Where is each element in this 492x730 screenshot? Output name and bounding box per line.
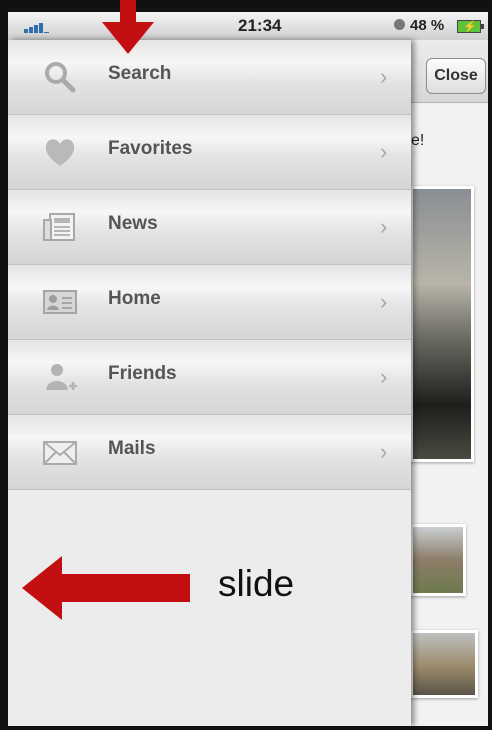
signal-strength-icon bbox=[24, 21, 50, 33]
menu-item-favorites[interactable]: Favorites › bbox=[8, 115, 411, 190]
add-person-icon bbox=[46, 364, 77, 390]
menu-item-label: Friends bbox=[108, 363, 177, 384]
menu-item-label: News bbox=[108, 213, 158, 234]
left-arrow-annotation-icon bbox=[22, 556, 190, 620]
chevron-right-icon: › bbox=[380, 364, 388, 389]
status-bar: 21:34 48 % ⚡ bbox=[8, 12, 488, 41]
battery-percentage: 48 % bbox=[410, 17, 445, 34]
menu-item-search[interactable]: Search › bbox=[8, 40, 411, 115]
background-partial-text: e! bbox=[411, 132, 425, 149]
chevron-right-icon: › bbox=[380, 139, 388, 164]
menu-item-label: Home bbox=[108, 288, 161, 309]
menu-item-label: Mails bbox=[108, 438, 156, 459]
background-app-panel: Close e! bbox=[410, 40, 488, 726]
heart-icon bbox=[45, 139, 75, 166]
building-photo-thumbnail[interactable] bbox=[410, 186, 474, 462]
battery-icon: ⚡ bbox=[457, 20, 484, 33]
tower-photo-thumbnail[interactable] bbox=[410, 524, 466, 596]
contact-card-icon bbox=[43, 290, 77, 314]
background-app-header: Close bbox=[410, 40, 488, 103]
slide-annotation-label: slide bbox=[218, 563, 295, 604]
menu-item-label: Favorites bbox=[108, 138, 193, 159]
newspaper-icon bbox=[43, 213, 75, 241]
menu-item-home[interactable]: Home › bbox=[8, 265, 411, 340]
envelope-icon bbox=[43, 441, 77, 465]
clock-icon bbox=[394, 19, 405, 30]
menu-item-label: Search bbox=[108, 63, 172, 84]
down-arrow-annotation-icon bbox=[102, 0, 154, 54]
search-icon bbox=[45, 62, 76, 93]
sculpture-photo-thumbnail[interactable] bbox=[410, 630, 478, 698]
menu-item-mails[interactable]: Mails › bbox=[8, 415, 411, 490]
menu-item-friends[interactable]: Friends › bbox=[8, 340, 411, 415]
chevron-right-icon: › bbox=[380, 439, 388, 464]
chevron-right-icon: › bbox=[380, 214, 388, 239]
status-time: 21:34 bbox=[238, 16, 282, 35]
side-drawer-menu: Search › Favorites › News › Home › Frien… bbox=[8, 40, 411, 726]
menu-item-news[interactable]: News › bbox=[8, 190, 411, 265]
chevron-right-icon: › bbox=[380, 289, 388, 314]
close-button[interactable]: Close bbox=[426, 58, 486, 94]
chevron-right-icon: › bbox=[380, 64, 388, 89]
